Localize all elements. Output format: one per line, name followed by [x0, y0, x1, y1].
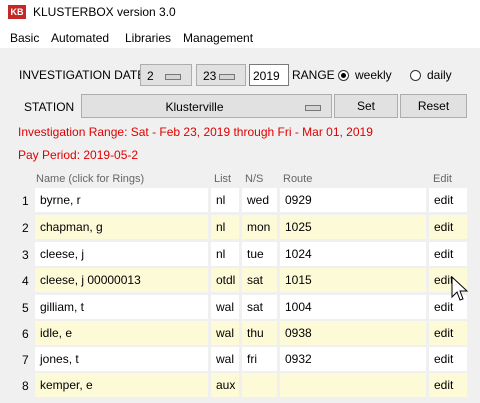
row-number: 6	[22, 327, 29, 341]
table-row: 2 chapman, g nl mon 1025 edit	[0, 214, 480, 240]
daily-radio[interactable]	[410, 70, 421, 81]
option-menu-indicator-icon	[305, 105, 321, 111]
route-cell: 1004	[280, 295, 426, 319]
day-select[interactable]: 23	[196, 64, 246, 86]
table-row: 3 cleese, j nl tue 1024 edit	[0, 241, 480, 267]
weekly-label: weekly	[355, 68, 392, 82]
ns-cell: thu	[242, 321, 277, 345]
month-select[interactable]: 2	[140, 64, 192, 86]
table-row: 1 byrne, r nl wed 0929 edit	[0, 187, 480, 213]
list-cell: wal	[211, 347, 239, 371]
ns-cell: sat	[242, 268, 277, 292]
menu-basic[interactable]: Basic	[10, 31, 39, 45]
table-row: 5 gilliam, t wal sat 1004 edit	[0, 294, 480, 320]
name-cell[interactable]: gilliam, t	[35, 295, 208, 319]
list-cell: wal	[211, 295, 239, 319]
menu-automated[interactable]: Automated	[51, 31, 109, 45]
table-row: 7 jones, t wal fri 0932 edit	[0, 346, 480, 372]
list-cell: nl	[211, 242, 239, 266]
name-cell[interactable]: byrne, r	[35, 188, 208, 212]
app-logo-icon: KB	[8, 5, 26, 19]
ns-cell: wed	[242, 188, 277, 212]
edit-button[interactable]: edit	[429, 321, 467, 345]
row-number: 8	[22, 379, 29, 393]
header-route: Route	[283, 173, 313, 185]
name-cell[interactable]: cleese, j	[35, 242, 208, 266]
set-button[interactable]: Set	[334, 94, 398, 118]
edit-button[interactable]: edit	[429, 215, 467, 239]
investigation-date-row: INVESTIGATION DATE 2 23 2019 RANGE weekl…	[0, 62, 480, 88]
row-number: 1	[22, 194, 29, 208]
edit-button[interactable]: edit	[429, 188, 467, 212]
row-number: 7	[22, 353, 29, 367]
route-cell: 1025	[280, 215, 426, 239]
name-cell[interactable]: kemper, e	[35, 373, 208, 397]
year-input[interactable]: 2019	[249, 64, 289, 86]
row-number: 4	[22, 274, 29, 288]
name-cell[interactable]: jones, t	[35, 347, 208, 371]
list-cell: nl	[211, 188, 239, 212]
edit-button[interactable]: edit	[429, 373, 467, 397]
station-label: STATION	[24, 100, 75, 114]
reset-button[interactable]: Reset	[400, 94, 467, 118]
list-cell: otdl	[211, 268, 239, 292]
row-number: 2	[22, 221, 29, 235]
ns-cell: fri	[242, 347, 277, 371]
title-bar: KB KLUSTERBOX version 3.0	[0, 0, 480, 26]
ns-cell: tue	[242, 242, 277, 266]
list-cell: wal	[211, 321, 239, 345]
window-title: KLUSTERBOX version 3.0	[33, 5, 176, 19]
option-menu-indicator-icon	[219, 74, 235, 80]
header-edit: Edit	[433, 173, 452, 185]
row-number: 5	[22, 301, 29, 315]
route-cell: 0932	[280, 347, 426, 371]
list-cell: nl	[211, 215, 239, 239]
menu-libraries[interactable]: Libraries	[125, 31, 171, 45]
mouse-pointer-icon	[451, 276, 469, 301]
name-cell[interactable]: cleese, j 00000013	[35, 268, 208, 292]
ns-cell: mon	[242, 215, 277, 239]
investigation-range-text: Investigation Range: Sat - Feb 23, 2019 …	[18, 125, 373, 139]
table-row: 8 kemper, e aux edit	[0, 372, 480, 398]
route-cell	[280, 373, 426, 397]
list-cell: aux	[211, 373, 239, 397]
header-list: List	[214, 173, 232, 185]
name-cell[interactable]: chapman, g	[35, 215, 208, 239]
header-name: Name (click for Rings)	[36, 173, 145, 185]
edit-button[interactable]: edit	[429, 347, 467, 371]
investigation-date-label: INVESTIGATION DATE	[19, 68, 146, 82]
route-cell: 0929	[280, 188, 426, 212]
table-row: 6 idle, e wal thu 0938 edit	[0, 320, 480, 346]
menu-management[interactable]: Management	[183, 31, 253, 45]
daily-label: daily	[427, 68, 452, 82]
route-cell: 1015	[280, 268, 426, 292]
header-ns: N/S	[245, 173, 264, 185]
ns-cell: sat	[242, 295, 277, 319]
row-number: 3	[22, 248, 29, 262]
route-cell: 1024	[280, 242, 426, 266]
option-menu-indicator-icon	[165, 74, 181, 80]
ns-cell	[242, 373, 277, 397]
name-cell[interactable]: idle, e	[35, 321, 208, 345]
range-label: RANGE	[292, 68, 335, 82]
table-row: 4 cleese, j 00000013 otdl sat 1015 edit	[0, 267, 480, 293]
pay-period-text: Pay Period: 2019-05-2	[18, 148, 139, 162]
menu-bar: Basic Automated Libraries Management	[0, 26, 480, 48]
weekly-radio[interactable]	[338, 70, 349, 81]
station-select[interactable]: Klusterville	[81, 94, 332, 118]
route-cell: 0938	[280, 321, 426, 345]
edit-button[interactable]: edit	[429, 242, 467, 266]
